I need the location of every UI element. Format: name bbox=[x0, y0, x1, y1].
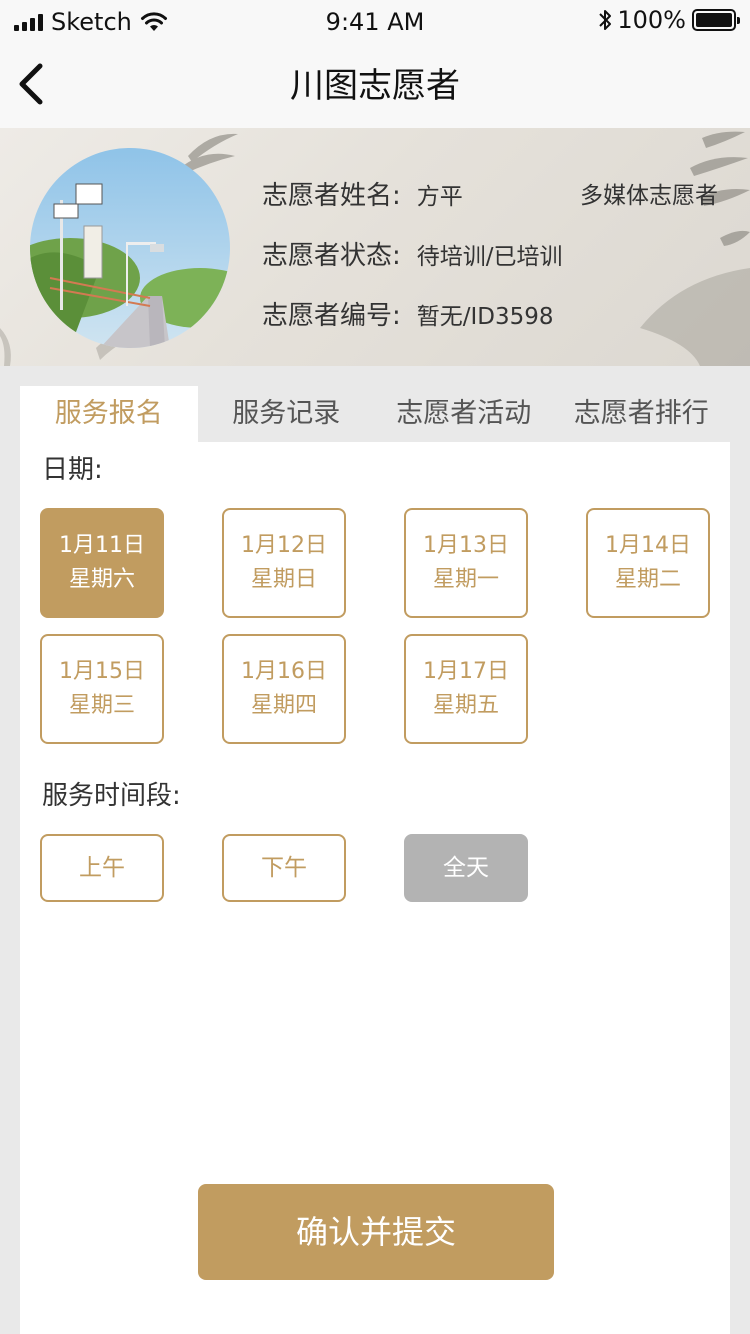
avatar-image-icon bbox=[30, 148, 230, 348]
volunteer-role: 多媒体志愿者 bbox=[580, 183, 718, 209]
date-text: 1月12日 bbox=[241, 533, 327, 558]
volunteer-status-label: 志愿者状态: bbox=[262, 241, 401, 271]
date-text: 1月11日 bbox=[59, 533, 145, 558]
date-option[interactable]: 1月12日 星期日 bbox=[222, 508, 346, 618]
time-slot-morning[interactable]: 上午 bbox=[40, 834, 164, 902]
time-slot-afternoon[interactable]: 下午 bbox=[222, 834, 346, 902]
date-text: 1月14日 bbox=[605, 533, 691, 558]
weekday-text: 星期二 bbox=[614, 567, 681, 592]
volunteer-status-value: 待培训/已培训 bbox=[416, 244, 563, 270]
date-option[interactable]: 1月17日 星期五 bbox=[404, 634, 528, 744]
avatar bbox=[30, 148, 230, 348]
date-text: 1月16日 bbox=[241, 659, 327, 684]
bluetooth-icon bbox=[599, 10, 612, 30]
date-text: 1月17日 bbox=[423, 659, 509, 684]
volunteer-name-label: 志愿者姓名: bbox=[262, 181, 401, 211]
confirm-submit-button[interactable]: 确认并提交 bbox=[198, 1184, 554, 1280]
tab-service-signup[interactable]: 服务报名 bbox=[20, 386, 198, 442]
status-right: 100% bbox=[597, 6, 740, 34]
date-section-label: 日期: bbox=[42, 455, 103, 485]
status-bar: Sketch 9:41 AM 100% bbox=[0, 0, 750, 40]
weekday-text: 星期日 bbox=[250, 567, 317, 592]
weekday-text: 星期四 bbox=[250, 693, 317, 718]
date-option[interactable]: 1月13日 星期一 bbox=[404, 508, 528, 618]
volunteer-profile-header: 志愿者姓名: 方平 多媒体志愿者 志愿者状态: 待培训/已培训 志愿者编号: 暂… bbox=[0, 128, 750, 366]
volunteer-id-row: 志愿者编号: 暂无/ID3598 bbox=[262, 298, 554, 335]
signup-form-card: 日期: 1月11日 星期六 1月12日 星期日 1月13日 星期一 1月14日 … bbox=[20, 442, 730, 1334]
volunteer-id-label: 志愿者编号: bbox=[262, 301, 401, 331]
weekday-text: 星期六 bbox=[68, 567, 135, 592]
date-option[interactable]: 1月16日 星期四 bbox=[222, 634, 346, 744]
volunteer-name-value: 方平 bbox=[416, 184, 463, 210]
time-slot-all-day[interactable]: 全天 bbox=[404, 834, 528, 902]
date-option[interactable]: 1月14日 星期二 bbox=[586, 508, 710, 618]
date-text: 1月15日 bbox=[59, 659, 145, 684]
date-option[interactable]: 1月11日 星期六 bbox=[40, 508, 164, 618]
tab-volunteer-ranking[interactable]: 志愿者排行 bbox=[553, 386, 731, 442]
date-option[interactable]: 1月15日 星期三 bbox=[40, 634, 164, 744]
time-slot-section-label: 服务时间段: bbox=[42, 781, 181, 811]
tab-volunteer-activities[interactable]: 志愿者活动 bbox=[375, 386, 553, 442]
weekday-text: 星期五 bbox=[432, 693, 499, 718]
weekday-text: 星期三 bbox=[68, 693, 135, 718]
volunteer-id-value: 暂无/ID3598 bbox=[416, 304, 554, 330]
volunteer-name-row: 志愿者姓名: 方平 bbox=[262, 178, 463, 215]
page-title: 川图志愿者 bbox=[290, 66, 460, 106]
battery-icon bbox=[692, 9, 740, 31]
navigation-bar: 川图志愿者 bbox=[0, 40, 750, 128]
date-text: 1月13日 bbox=[423, 533, 509, 558]
tab-service-records[interactable]: 服务记录 bbox=[198, 386, 376, 442]
volunteer-status-row: 志愿者状态: 待培训/已培训 bbox=[262, 238, 563, 275]
weekday-text: 星期一 bbox=[432, 567, 499, 592]
tab-bar: 服务报名 服务记录 志愿者活动 志愿者排行 bbox=[20, 386, 730, 442]
battery-percent: 100% bbox=[617, 6, 686, 34]
